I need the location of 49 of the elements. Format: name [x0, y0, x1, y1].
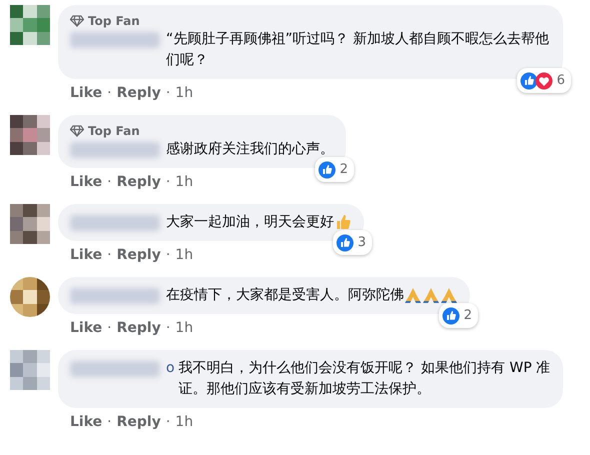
- like-reaction-icon: [442, 306, 460, 324]
- comment-text: 感谢政府关注我们的心声。: [166, 140, 334, 159]
- thumbs-up-icon: [334, 213, 352, 231]
- top-fan-label: Top Fan: [88, 13, 140, 29]
- separator-dot: ·: [166, 85, 170, 101]
- separator-dot: ·: [166, 247, 170, 263]
- separator-dot: ·: [166, 174, 170, 190]
- like-reaction-icon: [520, 72, 538, 90]
- reaction-count[interactable]: 2: [438, 303, 478, 328]
- blurred-avatar[interactable]: [10, 204, 50, 244]
- timestamp[interactable]: 1h: [175, 85, 194, 101]
- commenter-name[interactable]: o: [166, 358, 175, 379]
- separator-dot: ·: [107, 247, 112, 263]
- comment-text: 在疫情下，大家都是受害人。阿弥陀佛: [166, 286, 404, 305]
- like-link[interactable]: Like: [70, 320, 102, 336]
- timestamp[interactable]: 1h: [175, 247, 194, 263]
- top-fan-label: Top Fan: [88, 123, 140, 139]
- reply-link[interactable]: Reply: [116, 414, 161, 430]
- comment-text: 大家一起加油，明天会更好: [166, 213, 334, 232]
- separator-dot: ·: [166, 320, 170, 336]
- blurred-avatar[interactable]: [10, 115, 50, 155]
- timestamp[interactable]: 1h: [175, 414, 194, 430]
- reaction-count[interactable]: 2: [314, 157, 354, 182]
- like-reaction-icon: [318, 160, 336, 178]
- reply-link[interactable]: Reply: [116, 85, 161, 101]
- timestamp[interactable]: 1h: [175, 174, 194, 190]
- comment-text: 我不明白，为什么他们会没有饭开呢？ 如果他们持有 WP 准证。那他们应该有受新加坡劳工法保护。: [178, 359, 551, 399]
- reply-link[interactable]: Reply: [116, 174, 161, 190]
- comment-text: “先顾肚子再顾佛祖”听过吗？ 新加坡人都自顾不暇怎么去帮他们呢？: [166, 30, 550, 70]
- like-link[interactable]: Like: [70, 85, 102, 101]
- separator-dot: ·: [107, 320, 112, 336]
- separator-dot: ·: [166, 414, 170, 430]
- reply-link[interactable]: Reply: [116, 247, 161, 263]
- blurred-avatar[interactable]: [10, 5, 50, 45]
- like-link[interactable]: Like: [70, 174, 102, 190]
- blurred-avatar[interactable]: [10, 277, 50, 317]
- reaction-count[interactable]: 6: [516, 68, 571, 93]
- reaction-count[interactable]: 3: [332, 230, 372, 255]
- separator-dot: ·: [107, 414, 112, 430]
- reply-link[interactable]: Reply: [116, 320, 161, 336]
- diamond-icon: [70, 125, 84, 137]
- diamond-icon: [70, 15, 84, 27]
- like-reaction-icon: [336, 234, 354, 252]
- love-reaction-icon: [534, 72, 553, 90]
- separator-dot: ·: [107, 174, 112, 190]
- timestamp[interactable]: 1h: [175, 320, 194, 336]
- separator-dot: ·: [107, 85, 112, 101]
- like-link[interactable]: Like: [70, 247, 102, 263]
- like-link[interactable]: Like: [70, 414, 102, 430]
